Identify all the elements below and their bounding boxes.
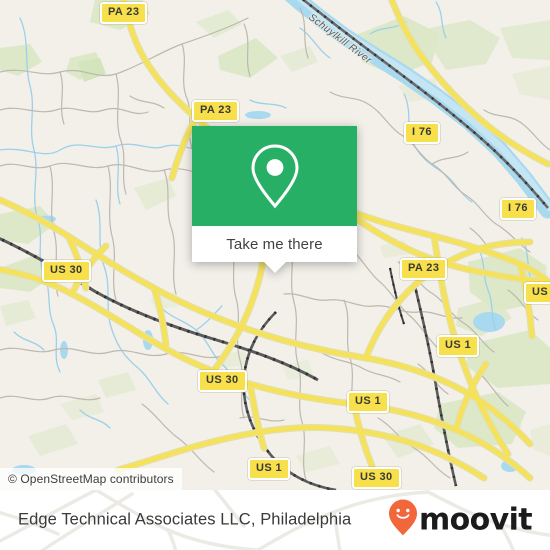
- bottom-info-bar: Edge Technical Associates LLC, Philadelp…: [0, 490, 550, 550]
- road-shield-us1: US 1: [437, 335, 480, 357]
- moovit-pin-smile-icon: [388, 499, 418, 542]
- popup-pointer-tail: [263, 262, 286, 273]
- moovit-map-page: Schuylkill River PA 23 PA 23 I 76 I 76 U…: [0, 0, 550, 550]
- road-shield-us1: US 1: [248, 458, 291, 480]
- moovit-wordmark: moovit: [418, 502, 533, 537]
- road-shield-pa23: PA 23: [192, 100, 240, 122]
- road-shield-us30: US 30: [198, 370, 247, 392]
- road-shield-us30: US 30: [352, 467, 401, 489]
- place-title: Edge Technical Associates LLC, Philadelp…: [18, 510, 352, 529]
- road-shield-pa23: PA 23: [100, 2, 148, 24]
- popup-action-bar[interactable]: Take me there: [192, 226, 357, 273]
- map-canvas[interactable]: Schuylkill River PA 23 PA 23 I 76 I 76 U…: [0, 0, 550, 490]
- map-pin-icon: [249, 143, 301, 209]
- take-me-there-label: Take me there: [226, 235, 323, 253]
- road-shield-us: US: [524, 282, 550, 304]
- road-shield-us1: US 1: [347, 391, 390, 413]
- road-shield-i76: I 76: [500, 198, 536, 220]
- road-shield-pa23: PA 23: [400, 258, 448, 280]
- moovit-logo[interactable]: moovit: [388, 499, 533, 542]
- osm-attribution-link[interactable]: © OpenStreetMap contributors: [0, 468, 182, 490]
- location-popup-card[interactable]: Take me there: [192, 126, 357, 273]
- road-shield-i76: I 76: [404, 122, 440, 144]
- road-shield-us30: US 30: [42, 260, 91, 282]
- popup-image-panel: [192, 126, 357, 226]
